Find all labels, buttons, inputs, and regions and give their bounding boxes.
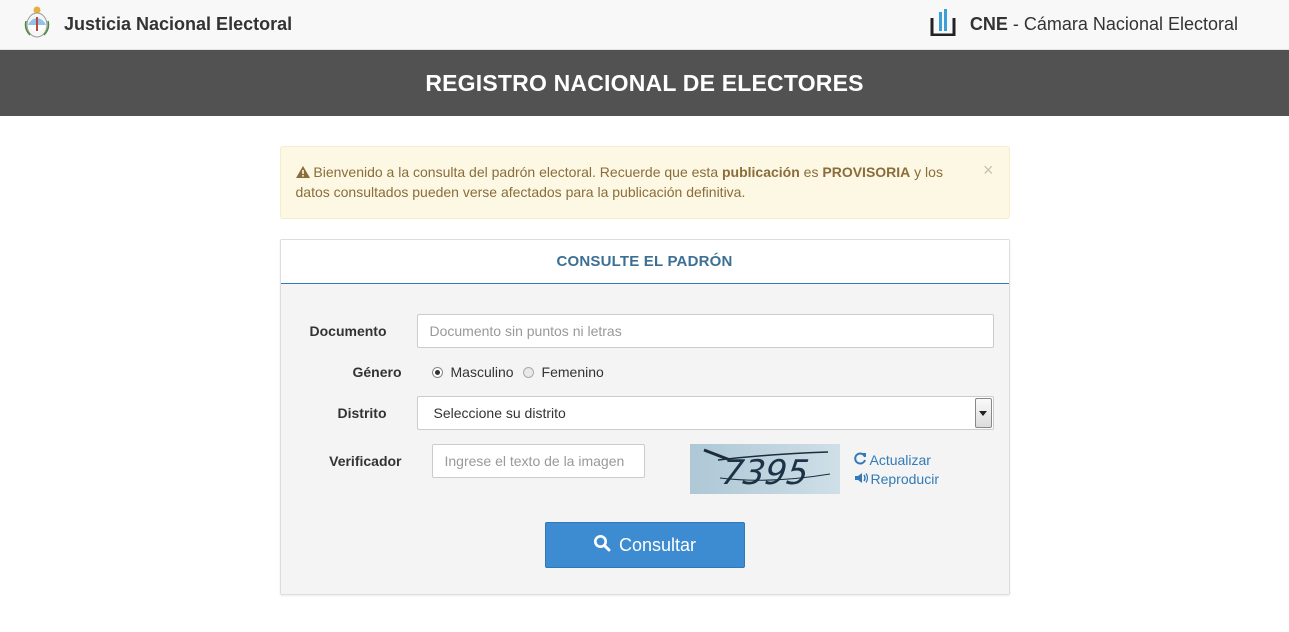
verificador-row: Verificador 7395: [296, 444, 994, 494]
warning-triangle-icon: [295, 163, 310, 178]
verificador-input[interactable]: [431, 444, 645, 478]
genero-option-masculino[interactable]: Masculino: [431, 364, 514, 380]
provisional-alert: × Bienvenido a la consulta del padrón el…: [279, 146, 1010, 219]
argentina-coat-of-arms-icon: [24, 5, 50, 44]
distrito-select[interactable]: Seleccione su distrito: [416, 396, 994, 430]
consultar-button[interactable]: Consultar: [544, 522, 745, 568]
brand-left[interactable]: Justicia Nacional Electoral: [24, 5, 292, 44]
radio-femenino-label: Femenino: [541, 364, 604, 380]
refresh-label: Actualizar: [869, 452, 931, 468]
refresh-captcha-link[interactable]: Actualizar: [853, 452, 939, 468]
search-icon: [593, 534, 611, 557]
submit-wrap: Consultar: [296, 522, 994, 568]
chevron-down-icon[interactable]: [974, 398, 992, 428]
cne-title: CNE - Cámara Nacional Electoral: [969, 14, 1238, 34]
query-panel: CONSULTE EL PADRÓN Documento Género Masc…: [279, 239, 1010, 595]
verificador-label: Verificador: [329, 453, 402, 469]
captcha-actions: Actualizar Reproducir: [853, 444, 939, 487]
distrito-label: Distrito: [337, 405, 387, 421]
radio-masculino-label: Masculino: [450, 364, 514, 380]
captcha-image: 7395: [689, 444, 840, 494]
top-navbar: Justicia Nacional Electoral CNE - Cámara…: [0, 0, 1289, 50]
cne-logo-icon: [930, 8, 956, 41]
audio-label: Reproducir: [870, 471, 939, 487]
site-title: Justicia Nacional Electoral: [64, 14, 293, 34]
panel-heading: CONSULTE EL PADRÓN: [280, 240, 1009, 284]
panel-title: CONSULTE EL PADRÓN: [556, 253, 733, 270]
genero-row: Género Masculino Femenino: [296, 362, 994, 382]
documento-label: Documento: [309, 323, 387, 339]
page-banner: REGISTRO NACIONAL DE ELECTORES: [0, 50, 1289, 116]
captcha-text: 7395: [719, 453, 811, 493]
play-audio-link[interactable]: Reproducir: [854, 471, 939, 487]
distrito-row: Distrito Seleccione su distrito: [296, 396, 994, 430]
distrito-select-value: Seleccione su distrito: [433, 405, 566, 421]
page-title: REGISTRO NACIONAL DE ELECTORES: [425, 69, 864, 96]
query-form: Documento Género Masculino Femenino: [280, 284, 1009, 594]
genero-radio-group: Masculino Femenino: [431, 362, 613, 382]
main-container: × Bienvenido a la consulta del padrón el…: [279, 146, 1010, 595]
close-icon[interactable]: ×: [983, 161, 994, 179]
genero-option-femenino[interactable]: Femenino: [522, 364, 604, 380]
alert-text: Bienvenido a la consulta del padrón elec…: [295, 164, 943, 200]
refresh-icon: [853, 452, 867, 468]
documento-input[interactable]: [416, 314, 994, 348]
consultar-label: Consultar: [618, 534, 697, 555]
documento-row: Documento: [296, 314, 994, 348]
genero-label: Género: [352, 364, 402, 380]
radio-masculino[interactable]: [431, 366, 443, 378]
brand-right[interactable]: CNE - Cámara Nacional Electoral: [930, 8, 1238, 41]
radio-femenino[interactable]: [522, 366, 534, 378]
volume-icon: [854, 471, 868, 487]
